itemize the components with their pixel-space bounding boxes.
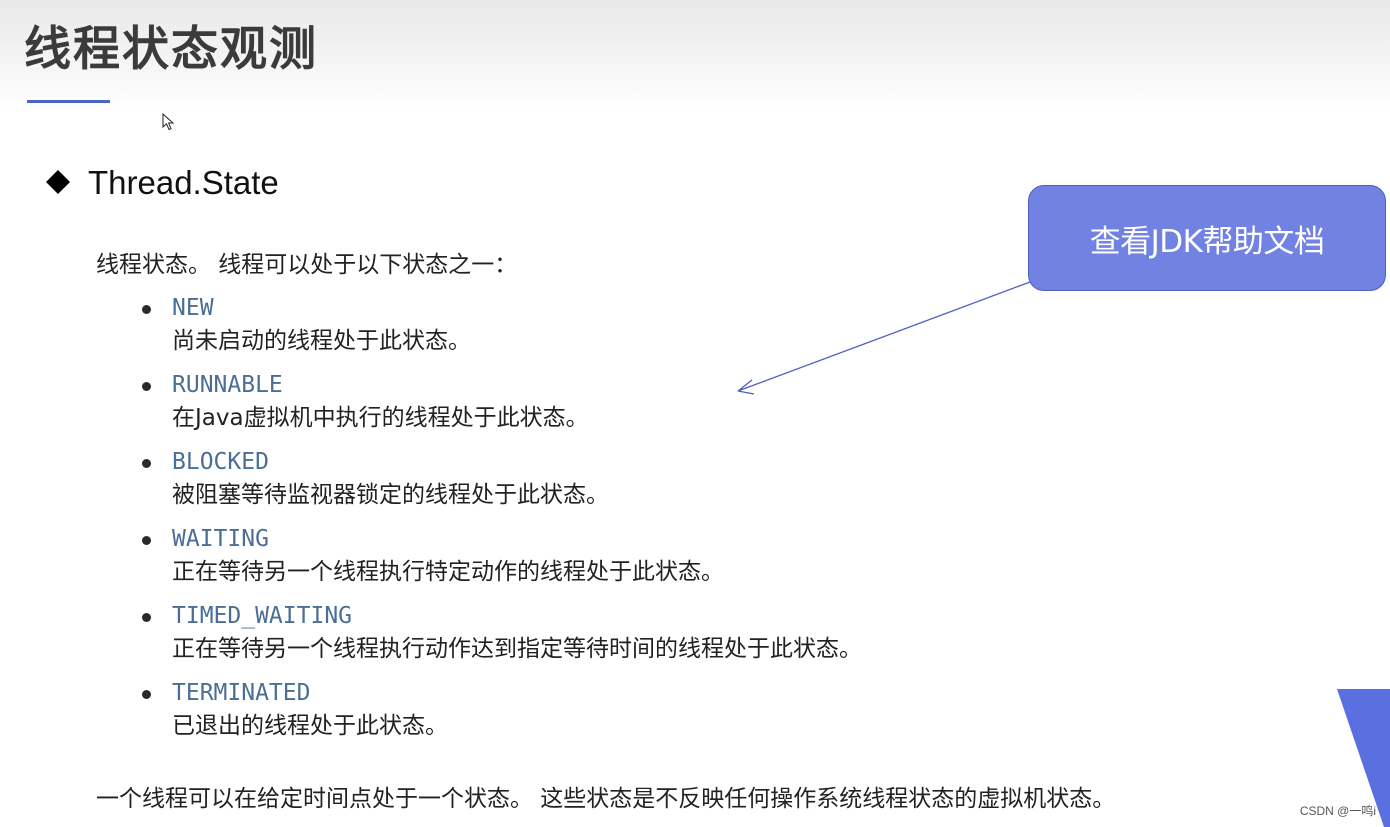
- footer-text: 一个线程可以在给定时间点处于一个状态。 这些状态是不反映任何操作系统线程状态的虚…: [96, 786, 1116, 812]
- watermark: CSDN @一鸣i: [1299, 804, 1376, 818]
- callout-box[interactable]: 查看JDK帮助文档: [1028, 185, 1386, 291]
- state-description: 被阻塞等待监视器锁定的线程处于此状态。: [172, 482, 609, 508]
- bullet-icon: [142, 690, 151, 699]
- state-name[interactable]: RUNNABLE: [172, 369, 862, 401]
- state-name[interactable]: TERMINATED: [172, 677, 862, 709]
- state-name[interactable]: NEW: [172, 292, 862, 324]
- intro-text: 线程状态。 线程可以处于以下状态之一：: [96, 252, 518, 278]
- state-description: 尚未启动的线程处于此状态。: [172, 328, 471, 354]
- state-name[interactable]: BLOCKED: [172, 446, 862, 478]
- state-name[interactable]: WAITING: [172, 523, 862, 555]
- bullet-icon: [142, 382, 151, 391]
- title-underline: [27, 100, 110, 103]
- bullet-icon: [142, 613, 151, 622]
- section-heading: Thread.State: [88, 164, 279, 201]
- bullet-icon: [142, 305, 151, 314]
- cursor-icon: [162, 113, 175, 131]
- state-description: 在Java虚拟机中执行的线程处于此状态。: [172, 405, 589, 431]
- state-item-blocked: BLOCKED 被阻塞等待监视器锁定的线程处于此状态。: [140, 446, 862, 523]
- state-list: NEW 尚未启动的线程处于此状态。 RUNNABLE 在Java虚拟机中执行的线…: [140, 292, 862, 754]
- state-item-terminated: TERMINATED 已退出的线程处于此状态。: [140, 677, 862, 754]
- bullet-icon: [142, 459, 151, 468]
- state-item-waiting: WAITING 正在等待另一个线程执行特定动作的线程处于此状态。: [140, 523, 862, 600]
- state-item-timed-waiting: TIMED_WAITING 正在等待另一个线程执行动作达到指定等待时间的线程处于…: [140, 600, 862, 677]
- diamond-icon: [46, 170, 70, 194]
- state-item-new: NEW 尚未启动的线程处于此状态。: [140, 292, 862, 369]
- page-title: 线程状态观测: [24, 22, 318, 77]
- bullet-icon: [142, 536, 151, 545]
- state-description: 已退出的线程处于此状态。: [172, 713, 448, 739]
- state-description: 正在等待另一个线程执行特定动作的线程处于此状态。: [172, 559, 724, 585]
- state-item-runnable: RUNNABLE 在Java虚拟机中执行的线程处于此状态。: [140, 369, 862, 446]
- state-name[interactable]: TIMED_WAITING: [172, 600, 862, 632]
- callout-label: 查看JDK帮助文档: [1089, 223, 1325, 260]
- state-description: 正在等待另一个线程执行动作达到指定等待时间的线程处于此状态。: [172, 636, 862, 662]
